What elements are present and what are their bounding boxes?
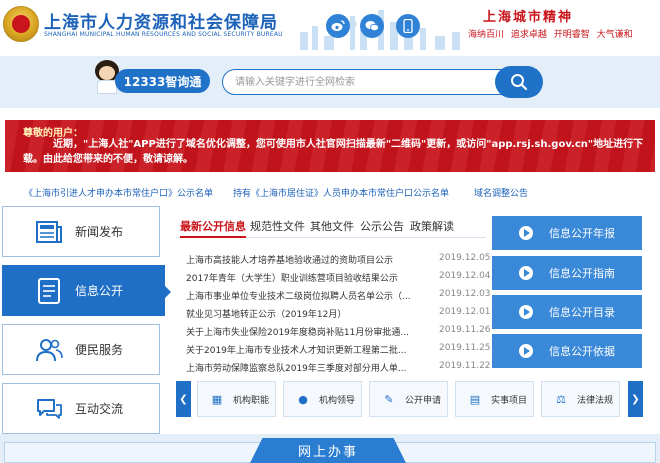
quick-link-org-functions[interactable]: ▦ 机构职能 [197, 381, 276, 417]
online-services-section: 网上办事 [0, 434, 660, 463]
quick-link-label: 法律法规 [577, 395, 614, 406]
news-date: 2019.11.25 [439, 343, 491, 353]
news-title[interactable]: 2017年青年（大学生）职业训练营项目验收结果公示 [186, 271, 411, 284]
side-nav-info-disclosure[interactable]: 信息公开 [2, 265, 171, 316]
tab-latest-info[interactable]: 最新公开信息 [180, 218, 246, 238]
side-nav-interaction[interactable]: 互动交流 [2, 383, 160, 434]
news-title[interactable]: 上海市事业单位专业技术二级岗位拟聘人员名单公示（... [186, 289, 411, 302]
search-icon [511, 74, 528, 91]
news-date: 2019.12.04 [439, 271, 491, 281]
info-basis-button[interactable]: 信息公开依据 [492, 334, 642, 368]
side-nav-label: 互动交流 [75, 402, 124, 416]
city-spirit-title: 上海城市精神 [483, 10, 574, 25]
button-label: 信息公开年报 [549, 227, 615, 240]
search-button[interactable] [495, 66, 543, 98]
marquee-link-residence-hukou[interactable]: 持有《上海市居住证》人员申办本市常住户口公示名单 [233, 186, 449, 199]
side-nav-label: 新闻发布 [75, 225, 124, 239]
news-date: 2019.12.03 [439, 289, 491, 299]
bureau-emblem-icon[interactable] [3, 6, 39, 42]
search-input[interactable] [222, 69, 537, 95]
site-subtitle: SHANGHAI MUNICIPAL HUMAN RESOURCES AND S… [44, 31, 283, 38]
side-nav-news[interactable]: 新闻发布 [2, 206, 160, 257]
play-circle-icon [519, 226, 533, 240]
quick-link-practical-projects[interactable]: ▤ 实事项目 [455, 381, 534, 417]
news-list-item[interactable]: 上海市高技能人才培养基地验收通过的资助项目公示 2019.12.05 [186, 250, 491, 268]
news-title[interactable]: 关于2019年上海市专业技术人才知识更新工程第二批... [186, 343, 411, 356]
news-list-item[interactable]: 就业见习基地转正公示（2019年12月） 2019.12.01 [186, 304, 491, 322]
mobile-app-icon[interactable] [396, 14, 420, 38]
hotline-12333-button[interactable]: 12333智询通 [115, 69, 210, 93]
news-list-item[interactable]: 上海市劳动保障监察总队2019年三季度对部分用人单... 2019.11.22 [186, 358, 491, 376]
document-icon [35, 277, 63, 305]
tab-normative-docs[interactable]: 规范性文件 [250, 218, 305, 234]
side-nav-public-services[interactable]: 便民服务 [2, 324, 160, 375]
carousel-next-button[interactable]: ❯ [628, 381, 643, 417]
notice-banner[interactable]: 尊敬的用户： 近期，"上海人社"APP进行了域名优化调整，您可使用市人社官网扫描… [5, 120, 655, 172]
quick-link-label: 机构职能 [233, 395, 270, 406]
quick-link-leaders[interactable]: ● 机构领导 [283, 381, 362, 417]
side-nav-label: 信息公开 [75, 284, 124, 298]
news-date: 2019.11.26 [439, 325, 491, 335]
news-date: 2019.11.22 [439, 361, 491, 371]
news-title[interactable]: 上海市劳动保障监察总队2019年三季度对部分用人单... [186, 361, 411, 374]
play-circle-icon [519, 344, 533, 358]
chat-icon [35, 395, 63, 423]
info-disclosure-panel: 最新公开信息 规范性文件 其他文件 公示公告 政策解读 上海市高技能人才培养基地… [176, 206, 491, 381]
button-label: 信息公开目录 [549, 306, 615, 319]
news-list-item[interactable]: 关于上海市失业保险2019年度稳岗补贴11月份审批通... 2019.11.26 [186, 322, 491, 340]
info-annual-report-button[interactable]: 信息公开年报 [492, 216, 642, 250]
tab-public-notices[interactable]: 公示公告 [360, 218, 404, 234]
button-label: 信息公开依据 [549, 345, 615, 358]
quick-link-disclosure-request[interactable]: ✎ 公开申请 [369, 381, 448, 417]
quick-link-label: 实事项目 [491, 395, 528, 406]
project-icon: ▤ [469, 392, 481, 406]
org-icon: ▦ [211, 392, 223, 406]
quick-link-label: 机构领导 [319, 395, 356, 406]
news-title[interactable]: 关于上海市失业保险2019年度稳岗补贴11月份审批通... [186, 325, 411, 338]
play-circle-icon [519, 305, 533, 319]
site-title[interactable]: 上海市人力资源和社会保障局 [44, 8, 278, 33]
apply-icon: ✎ [384, 392, 394, 406]
news-title[interactable]: 就业见习基地转正公示（2019年12月） [186, 307, 411, 320]
notice-body: 近期，"上海人社"APP进行了域名优化调整，您可使用市人社官网扫描最新"二维码"… [23, 139, 644, 165]
leader-icon: ● [298, 392, 308, 406]
quick-link-carousel: ❮ ▦ 机构职能 ● 机构领导 ✎ 公开申请 ▤ 实事项目 ⚖ 法律法规 ❯ [176, 381, 644, 417]
announcement-marquee: 《上海市引进人才申办本市常住户口》公示名单 持有《上海市居住证》人员申办本市常住… [0, 184, 660, 200]
chevron-right-icon: ❯ [631, 393, 640, 405]
city-spirit-words: 海纳百川 追求卓越 开明睿智 大气谦和 [468, 30, 633, 40]
carousel-prev-button[interactable]: ❮ [176, 381, 191, 417]
tab-other-docs[interactable]: 其他文件 [310, 218, 354, 234]
marquee-link-domain-notice[interactable]: 域名调整公告 [474, 186, 528, 199]
button-label: 信息公开指南 [549, 267, 615, 280]
site-header: 上海市人力资源和社会保障局 SHANGHAI MUNICIPAL HUMAN R… [0, 0, 660, 52]
weibo-icon[interactable] [326, 14, 350, 38]
news-list-item[interactable]: 上海市事业单位专业技术二级岗位拟聘人员名单公示（... 2019.12.03 [186, 286, 491, 304]
quick-link-label: 公开申请 [405, 395, 442, 406]
news-date: 2019.12.05 [439, 253, 491, 263]
wechat-icon[interactable] [360, 14, 384, 38]
side-nav-label: 便民服务 [75, 343, 124, 357]
info-guide-button[interactable]: 信息公开指南 [492, 256, 642, 290]
news-list-item[interactable]: 2017年青年（大学生）职业训练营项目验收结果公示 2019.12.04 [186, 268, 491, 286]
law-icon: ⚖ [556, 392, 566, 406]
news-list-item[interactable]: 关于2019年上海市专业技术人才知识更新工程第二批... 2019.11.25 [186, 340, 491, 358]
chevron-left-icon: ❮ [179, 393, 188, 405]
info-catalog-button[interactable]: 信息公开目录 [492, 295, 642, 329]
newspaper-icon [35, 218, 63, 246]
tab-policy-interpretation[interactable]: 政策解读 [410, 218, 454, 234]
quick-link-laws[interactable]: ⚖ 法律法规 [541, 381, 620, 417]
news-date: 2019.12.01 [439, 307, 491, 317]
online-services-tab[interactable]: 网上办事 [250, 438, 406, 463]
info-tabs: 最新公开信息 规范性文件 其他文件 公示公告 政策解读 [176, 216, 486, 238]
marquee-link-talent-hukou[interactable]: 《上海市引进人才申办本市常住户口》公示名单 [24, 186, 213, 199]
news-title[interactable]: 上海市高技能人才培养基地验收通过的资助项目公示 [186, 253, 411, 266]
people-icon [35, 336, 63, 364]
play-circle-icon [519, 266, 533, 280]
